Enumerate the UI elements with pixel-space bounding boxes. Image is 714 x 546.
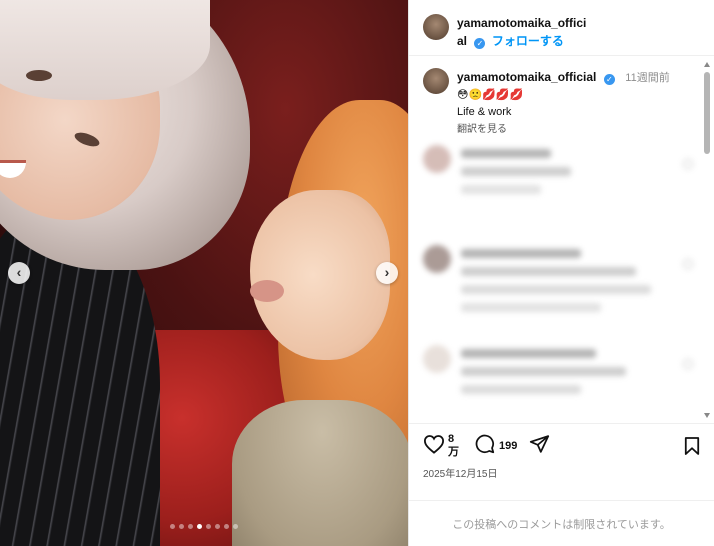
post-date[interactable]: 2025年12月15日 <box>423 465 498 480</box>
carousel-indicator <box>0 524 408 529</box>
caption-emojis: 😳🙁💋💋💋 <box>457 89 524 101</box>
caption-username[interactable]: yamamotomaika_official <box>457 70 596 84</box>
like-count-unit: 万 <box>448 446 459 458</box>
post-side-panel: yamamotomaika_official ✓ フォローする yamamoto… <box>408 0 714 546</box>
carousel-dot <box>206 524 211 529</box>
avatar[interactable] <box>423 14 449 40</box>
like-count[interactable]: 8 万 <box>448 433 460 459</box>
heart-icon[interactable] <box>423 434 445 459</box>
carousel-dot <box>179 524 184 529</box>
caption-time: 11週間前 <box>625 72 670 84</box>
post-photo <box>0 0 408 546</box>
blurred-comments <box>423 145 693 445</box>
verified-badge-icon: ✓ <box>474 38 486 49</box>
carousel-dot <box>188 524 193 529</box>
bookmark-icon[interactable] <box>684 436 700 461</box>
comments-scrollbar[interactable] <box>704 62 710 418</box>
carousel-dot <box>170 524 175 529</box>
caption-text: Life & work <box>457 106 512 118</box>
post-media[interactable]: ‹ › <box>0 0 408 546</box>
comment-icon[interactable] <box>474 433 495 459</box>
caption: yamamotomaika_official ✓ 11週間前 😳🙁💋💋💋 Lif… <box>409 56 714 135</box>
comments-restricted-notice: この投稿へのコメントは制限されています。 <box>409 500 714 532</box>
carousel-prev-button[interactable]: ‹ <box>8 262 30 284</box>
post-viewer: ‹ › yamamotomaika_official ✓ フォローする yama… <box>0 0 714 546</box>
like-count-number: 8 <box>448 433 455 445</box>
post-actions: 8 万 199 2025年12月15日 この投稿へのコメントは制限されています。 <box>409 423 714 531</box>
carousel-next-button[interactable]: › <box>376 262 398 284</box>
follow-button[interactable]: フォローする <box>492 34 564 48</box>
carousel-dot <box>215 524 220 529</box>
carousel-dot <box>224 524 229 529</box>
post-header: yamamotomaika_official ✓ フォローする <box>409 0 714 56</box>
translate-link[interactable]: 翻訳を見る <box>457 120 670 135</box>
share-icon[interactable] <box>529 434 550 459</box>
carousel-dot <box>197 524 202 529</box>
comment-count: 199 <box>499 440 518 452</box>
caption-avatar[interactable] <box>423 68 449 94</box>
carousel-dot <box>233 524 238 529</box>
verified-badge-icon: ✓ <box>603 74 615 85</box>
